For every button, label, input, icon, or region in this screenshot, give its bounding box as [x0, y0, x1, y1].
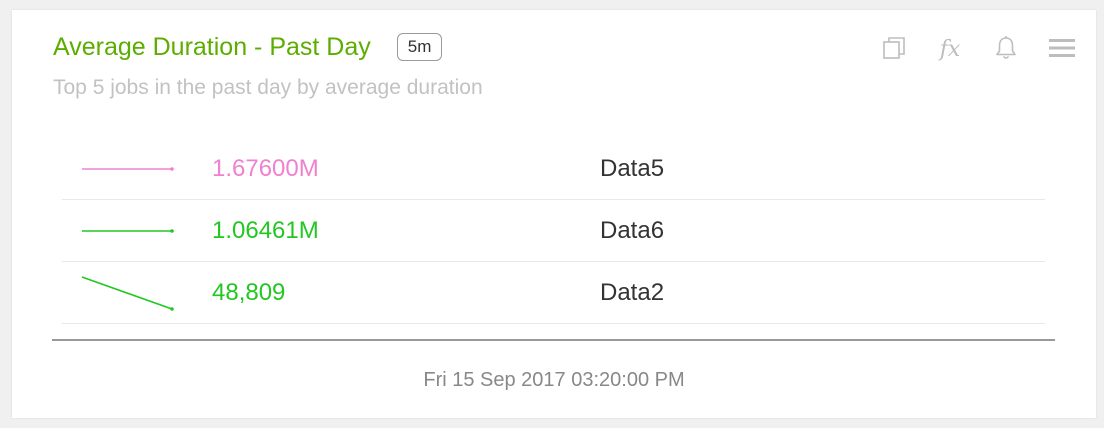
- copy-button[interactable]: [880, 36, 908, 64]
- sparkline: [82, 167, 174, 171]
- list-item[interactable]: 1.67600M Data5: [62, 138, 1045, 200]
- row-name: Data2: [600, 279, 665, 306]
- list-item[interactable]: 1.06461M Data6: [62, 200, 1045, 262]
- footer-timestamp: Fri 15 Sep 2017 03:20:00 PM: [423, 369, 685, 391]
- sparkline: [81, 276, 174, 311]
- widget-header: Average Duration - Past Day 5m: [53, 32, 443, 62]
- row-value: 1.67600M: [212, 155, 319, 182]
- interval-badge[interactable]: 5m: [396, 33, 443, 61]
- row-value: 1.06461M: [212, 217, 319, 244]
- function-icon: fx: [939, 37, 961, 62]
- list-item[interactable]: 48,809 Data2: [62, 262, 1045, 324]
- widget-card: Average Duration - Past Day 5m Top 5 job…: [12, 10, 1096, 418]
- function-button[interactable]: fx: [936, 36, 964, 64]
- widget-subtitle: Top 5 jobs in the past day by average du…: [53, 76, 483, 99]
- menu-button[interactable]: [1048, 36, 1076, 64]
- widget-title: Average Duration - Past Day: [53, 33, 371, 61]
- sparkline: [82, 229, 174, 233]
- job-list: 1.67600M Data5 1.06461M Data6 48,809 Dat…: [62, 138, 1045, 324]
- copy-icon: [881, 35, 907, 66]
- row-value: 48,809: [212, 279, 286, 306]
- row-name: Data6: [600, 217, 665, 244]
- bell-icon: [994, 35, 1018, 66]
- alert-button[interactable]: [992, 35, 1020, 66]
- footer-divider: [52, 339, 1055, 341]
- hamburger-menu-icon: [1049, 37, 1075, 64]
- widget-toolbar: fx: [880, 35, 1076, 66]
- row-name: Data5: [600, 155, 665, 182]
